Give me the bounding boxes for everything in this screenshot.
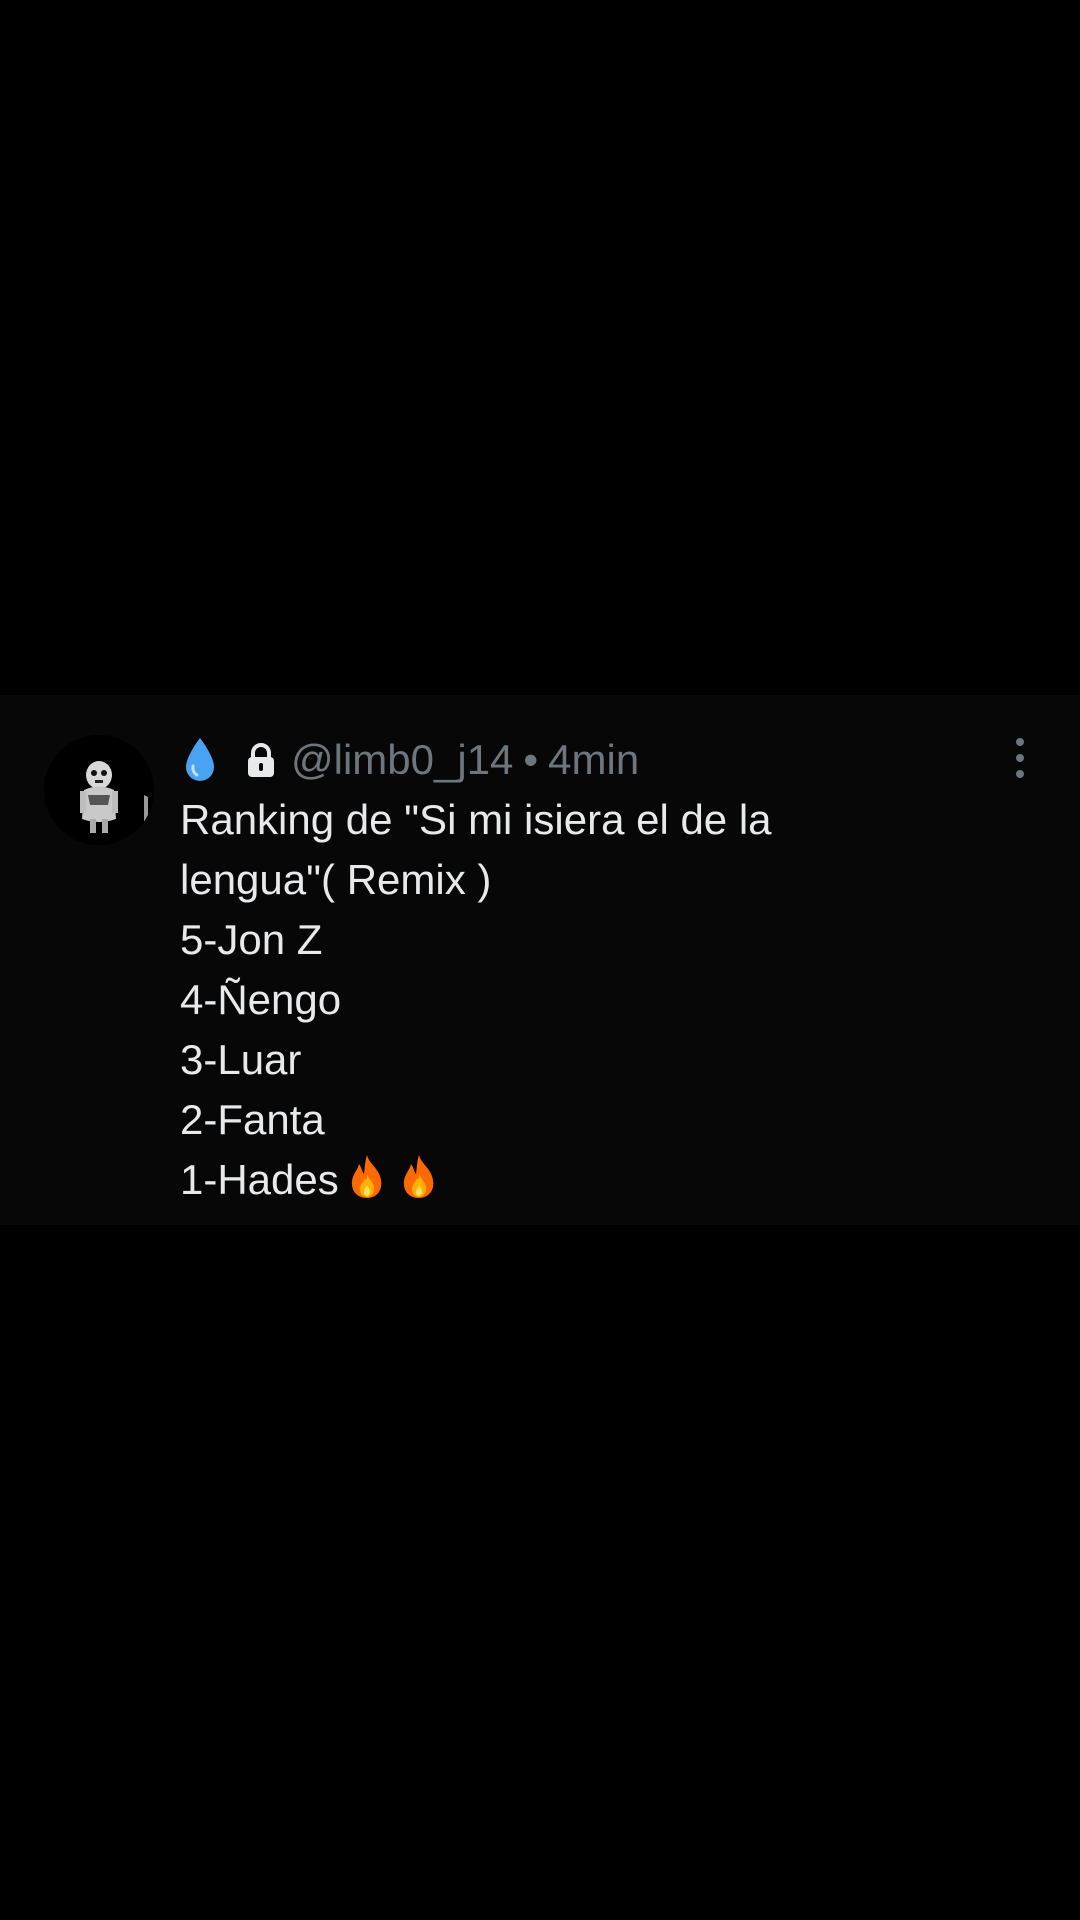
fire-icon bbox=[343, 1152, 391, 1200]
user-handle[interactable]: @limb0_j14 bbox=[291, 736, 513, 784]
post-text-line: 4-Ñengo bbox=[180, 976, 342, 1023]
post-text-line: 5-Jon Z bbox=[180, 916, 323, 963]
post-text: Ranking de "Si mi isiera el de la lengua… bbox=[180, 790, 1000, 1210]
post-text-line-last: 1-Hades bbox=[180, 1150, 1000, 1210]
more-options-icon[interactable] bbox=[1005, 735, 1035, 781]
lock-icon bbox=[245, 742, 277, 778]
post-header: @limb0_j14 • 4min bbox=[183, 733, 639, 787]
post-text-line: 1-Hades bbox=[180, 1156, 339, 1203]
droplet-icon bbox=[183, 736, 217, 784]
post-text-line: 2-Fanta bbox=[180, 1096, 325, 1143]
post-text-line: lengua"( Remix ) bbox=[180, 856, 492, 903]
post-text-line: Ranking de "Si mi isiera el de la bbox=[180, 796, 772, 843]
avatar[interactable] bbox=[44, 735, 154, 845]
post-timestamp[interactable]: 4min bbox=[548, 736, 639, 784]
separator-dot: • bbox=[523, 736, 539, 783]
post-text-line: 3-Luar bbox=[180, 1036, 302, 1083]
fire-icon bbox=[395, 1152, 443, 1200]
avatar-image bbox=[44, 735, 154, 845]
